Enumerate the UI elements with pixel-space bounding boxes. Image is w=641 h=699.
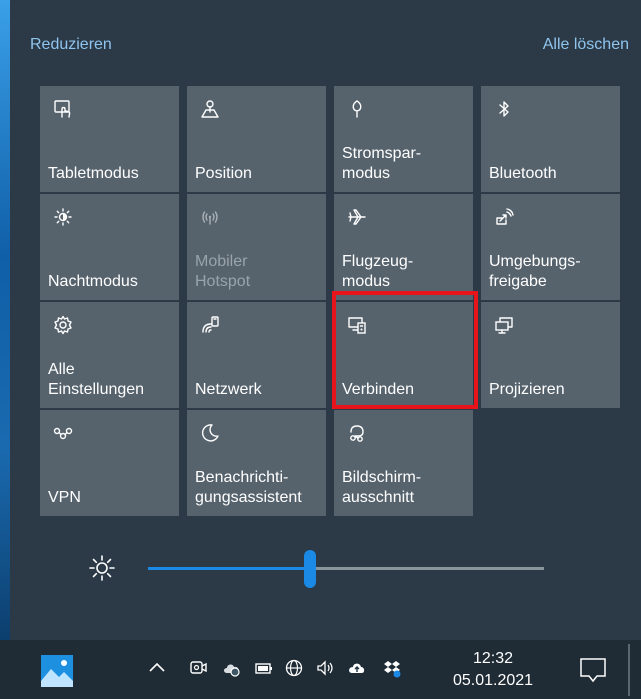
quick-action-tile-night-light[interactable]: Nachtmodus xyxy=(40,194,179,300)
tile-label: Benachrichti-gungsassistent xyxy=(195,469,302,506)
tile-label: Bluetooth xyxy=(489,165,557,182)
onedrive-icon[interactable] xyxy=(220,656,244,680)
quick-action-tile-snip[interactable]: Bildschirm-ausschnitt xyxy=(334,410,473,516)
cloud-upload-icon[interactable] xyxy=(345,656,369,680)
tile-label: Nachtmodus xyxy=(48,273,138,290)
battery-saver-icon xyxy=(346,98,368,120)
night-light-icon xyxy=(52,206,74,228)
tile-label: Flugzeug-modus xyxy=(342,253,414,290)
quick-action-tile-tablet-mode[interactable]: Tabletmodus xyxy=(40,86,179,192)
quick-action-tile-location[interactable]: Position xyxy=(187,86,326,192)
quick-action-tile-connect[interactable]: Verbinden xyxy=(334,302,473,408)
quick-action-tile-gear[interactable]: Alle Einstellungen xyxy=(40,302,179,408)
bluetooth-icon xyxy=(493,98,515,120)
notification-center-icon[interactable] xyxy=(578,656,608,684)
location-icon xyxy=(199,98,221,120)
tile-label: Verbinden xyxy=(342,381,415,398)
tablet-mode-icon xyxy=(52,98,74,120)
mobile-hotspot-icon xyxy=(199,206,221,228)
quick-action-tile-project[interactable]: Projizieren xyxy=(481,302,620,408)
quick-action-tile-bluetooth[interactable]: Bluetooth xyxy=(481,86,620,192)
brightness-slider-thumb[interactable] xyxy=(304,550,317,588)
show-desktop-divider[interactable] xyxy=(628,644,630,696)
photos-app-icon[interactable] xyxy=(40,654,74,688)
desktop-edge xyxy=(0,0,10,640)
dropbox-icon[interactable] xyxy=(380,656,404,680)
tile-label: Stromspar-modus xyxy=(342,145,422,182)
volume-icon[interactable] xyxy=(313,656,337,680)
quick-action-tile-focus-assist[interactable]: Benachrichti-gungsassistent xyxy=(187,410,326,516)
chevron-up-icon[interactable] xyxy=(145,656,169,680)
brightness-slider-fill xyxy=(148,567,311,570)
meet-now-icon[interactable] xyxy=(186,656,210,680)
clear-all-link[interactable]: Alle löschen xyxy=(543,36,629,54)
brightness-slider[interactable] xyxy=(148,567,544,570)
gear-icon xyxy=(52,314,74,336)
brightness-icon xyxy=(89,555,115,581)
focus-assist-icon xyxy=(199,422,221,444)
quick-action-tile-nearby-sharing[interactable]: Umgebungs-freigabe xyxy=(481,194,620,300)
airplane-icon xyxy=(346,206,368,228)
taskbar: 12:32 05.01.2021 xyxy=(0,640,641,699)
tile-label: Position xyxy=(195,165,252,182)
quick-action-tile-network[interactable]: Netzwerk xyxy=(187,302,326,408)
tile-label: Alle Einstellungen xyxy=(48,361,145,398)
tile-label: Umgebungs-freigabe xyxy=(489,253,581,290)
tile-label: Mobiler Hotspot xyxy=(195,253,251,290)
quick-action-tile-battery-saver[interactable]: Stromspar-modus xyxy=(334,86,473,192)
collapse-link[interactable]: Reduzieren xyxy=(30,36,112,54)
tile-label: Tabletmodus xyxy=(48,165,139,182)
tile-label: Netzwerk xyxy=(195,381,262,398)
nearby-sharing-icon xyxy=(493,206,515,228)
project-icon xyxy=(493,314,515,336)
network-icon xyxy=(199,314,221,336)
connect-icon xyxy=(346,314,368,336)
network-globe-icon[interactable] xyxy=(282,656,306,680)
quick-action-tile-mobile-hotspot[interactable]: Mobiler Hotspot xyxy=(187,194,326,300)
tile-label: Bildschirm-ausschnitt xyxy=(342,469,422,506)
battery-icon[interactable] xyxy=(252,656,276,680)
tile-label: VPN xyxy=(48,489,81,506)
quick-action-tile-vpn[interactable]: VPN xyxy=(40,410,179,516)
clock-time: 12:32 xyxy=(472,650,514,667)
taskbar-clock[interactable]: 12:32 05.01.2021 xyxy=(452,648,534,692)
clock-date: 05.01.2021 xyxy=(452,672,534,689)
vpn-icon xyxy=(52,422,74,444)
tile-label: Projizieren xyxy=(489,381,565,398)
snip-icon xyxy=(346,422,368,444)
quick-action-tile-airplane[interactable]: Flugzeug-modus xyxy=(334,194,473,300)
